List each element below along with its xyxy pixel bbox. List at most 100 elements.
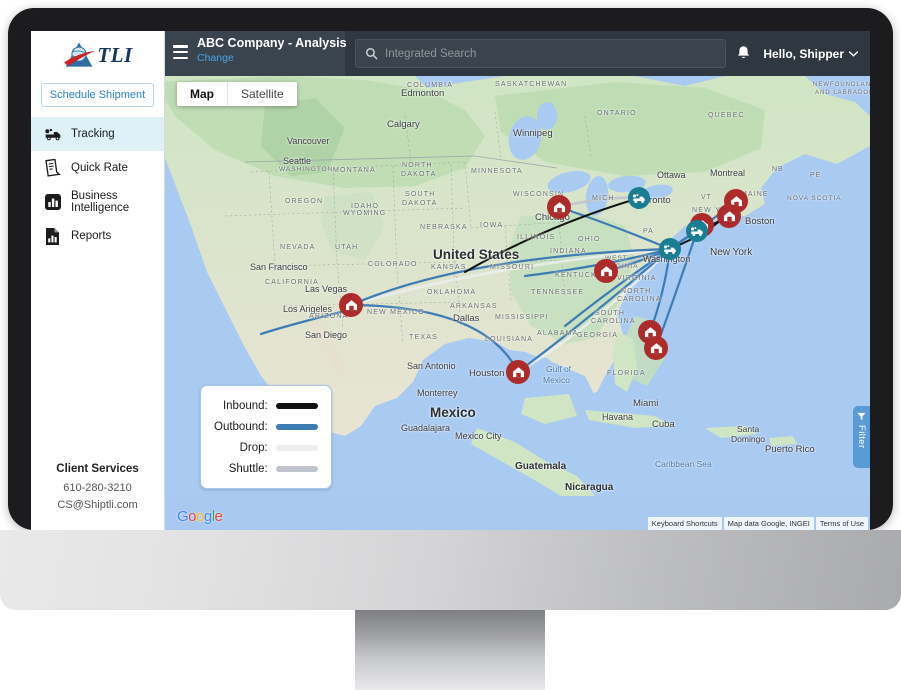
legend-label: Inbound:	[222, 399, 268, 412]
map-label: Ottawa	[657, 170, 686, 180]
truck-icon	[43, 125, 62, 144]
legend-swatch	[275, 465, 318, 472]
map-label: Boston	[745, 216, 775, 227]
map-label: NORTH	[621, 288, 652, 295]
user-menu[interactable]: Hello, Shipper	[763, 47, 858, 61]
map-marker-depot[interactable]	[594, 259, 618, 283]
map-label: UTAH	[335, 244, 359, 251]
map-label: WYOMING	[343, 210, 387, 217]
map-label: ALABAMA	[537, 330, 579, 337]
map-label: Vancouver	[287, 136, 330, 146]
map-label: CAROLINA	[617, 296, 662, 303]
map-label: PA	[643, 228, 654, 235]
map-label: NB	[772, 166, 784, 173]
monitor-chin	[0, 530, 901, 610]
filter-tab-button[interactable]: Filter	[853, 406, 870, 468]
map-label: ILLINOIS	[517, 234, 556, 241]
map-label: NORTH	[402, 162, 433, 169]
legend-row: Inbound:	[214, 395, 318, 416]
client-services-title: Client Services	[56, 462, 139, 475]
map-label: NEWFOUNDLAND	[813, 82, 870, 88]
map-label: MICH	[592, 195, 615, 202]
sidebar-item-tracking[interactable]: Tracking	[31, 117, 164, 151]
map-label: Winnipeg	[513, 128, 553, 139]
map-label: PE	[810, 172, 822, 179]
map-marker-depot[interactable]	[339, 293, 363, 317]
map-label: San Francisco	[250, 262, 308, 272]
client-services-phone[interactable]: 610-280-3210	[37, 480, 158, 497]
map-label: Miami	[633, 398, 659, 409]
sidebar-nav: Tracking Quick Rate Business Intelligence R…	[31, 117, 164, 253]
bar-chart-icon	[43, 193, 62, 212]
map-label: San Diego	[305, 330, 348, 340]
sidebar: TLI Schedule Shipment Tracking Quick Rate…	[31, 31, 165, 530]
tli-logo-icon	[64, 42, 96, 67]
map-label: OKLAHOMA	[427, 289, 477, 296]
sidebar-item-business-intelligence[interactable]: Business Intelligence	[31, 185, 164, 219]
brand-logo[interactable]: TLI	[31, 31, 164, 75]
attribution-chip[interactable]: Terms of Use	[815, 516, 868, 530]
map-label: MONTANA	[333, 167, 376, 174]
map-label: NEW MEXICO	[367, 309, 425, 316]
map-label: Dallas	[453, 313, 480, 324]
client-services-email[interactable]: CS@Shiptli.com	[37, 497, 158, 514]
map-label: DAKOTA	[401, 171, 437, 178]
map-label: NEBRASKA	[420, 224, 468, 231]
brand-logo-text: TLI	[97, 42, 133, 67]
legend-row: Outbound:	[214, 416, 318, 437]
map-legend: Inbound: Outbound: Drop: Shuttle:	[200, 385, 332, 489]
warehouse-icon	[506, 360, 530, 384]
map-marker-cluster[interactable]	[659, 238, 681, 260]
google-logo[interactable]: Google	[177, 508, 223, 525]
map-label: QUEBEC	[708, 112, 745, 119]
map-marker-cluster[interactable]	[628, 187, 650, 209]
attribution-chip[interactable]: Keyboard Shortcuts	[647, 516, 722, 530]
sidebar-item-label: Quick Rate	[71, 162, 128, 174]
change-company-link[interactable]: Change	[197, 52, 345, 64]
map-label: Puerto Rico	[765, 444, 815, 455]
hamburger-icon[interactable]	[173, 45, 188, 59]
top-bar-right: Hello, Shipper	[736, 45, 870, 62]
map-label: Nicaragua	[565, 482, 614, 493]
schedule-shipment-button[interactable]: Schedule Shipment	[41, 83, 154, 107]
bell-icon[interactable]	[736, 45, 751, 62]
map-label: Caribbean Sea	[655, 459, 712, 469]
chevron-down-icon	[849, 50, 858, 57]
map-label: ONTARIO	[597, 110, 637, 117]
truck-icon	[659, 238, 681, 260]
map-label: SOUTH	[595, 310, 625, 317]
map-marker-depot[interactable]	[547, 195, 571, 219]
warehouse-icon	[717, 204, 741, 228]
map-label: Domingo	[731, 434, 766, 444]
search-input[interactable]	[385, 47, 717, 60]
map-label: Gulf of	[546, 364, 572, 374]
map-type-map-button[interactable]: Map	[177, 82, 228, 106]
warehouse-icon	[547, 195, 571, 219]
monitor-scene: TLI Schedule Shipment Tracking Quick Rate…	[0, 0, 901, 690]
map-label: VIRGINIA	[617, 275, 657, 282]
map-marker-depot[interactable]	[506, 360, 530, 384]
sidebar-item-quick-rate[interactable]: Quick Rate	[31, 151, 164, 185]
warehouse-icon	[594, 259, 618, 283]
map-marker-depot[interactable]	[717, 204, 741, 228]
map-label: MISSOURI	[490, 264, 535, 271]
attribution-chip[interactable]: Map data Google, INGEI	[723, 516, 814, 530]
top-bar: ABC Company - Analysis Change Integrated…	[165, 31, 870, 76]
map-marker-cluster[interactable]	[686, 220, 708, 242]
map-label: CAROLINA	[591, 318, 636, 325]
main-panel: ABC Company - Analysis Change Integrated…	[165, 31, 870, 530]
map-label: MISSISSIPPI	[495, 314, 549, 321]
legend-swatch	[275, 423, 318, 430]
app-screen: TLI Schedule Shipment Tracking Quick Rate…	[31, 31, 870, 530]
map-label: OREGON	[285, 198, 324, 205]
map-area[interactable]: COLUMBIAEdmontonSASKATCHEWANNEWFOUNDLAND…	[165, 76, 870, 530]
sidebar-item-label: Business Intelligence	[71, 190, 130, 214]
map-marker-depot[interactable]	[644, 336, 668, 360]
map-label: WASHINGTON	[279, 166, 334, 173]
map-type-satellite-button[interactable]: Satellite	[228, 82, 297, 106]
map-label: AND LABRADOR	[815, 90, 870, 96]
legend-row: Drop:	[214, 437, 318, 458]
search-box[interactable]	[355, 39, 727, 68]
sidebar-item-reports[interactable]: Reports	[31, 219, 164, 253]
legend-swatch	[275, 444, 318, 451]
